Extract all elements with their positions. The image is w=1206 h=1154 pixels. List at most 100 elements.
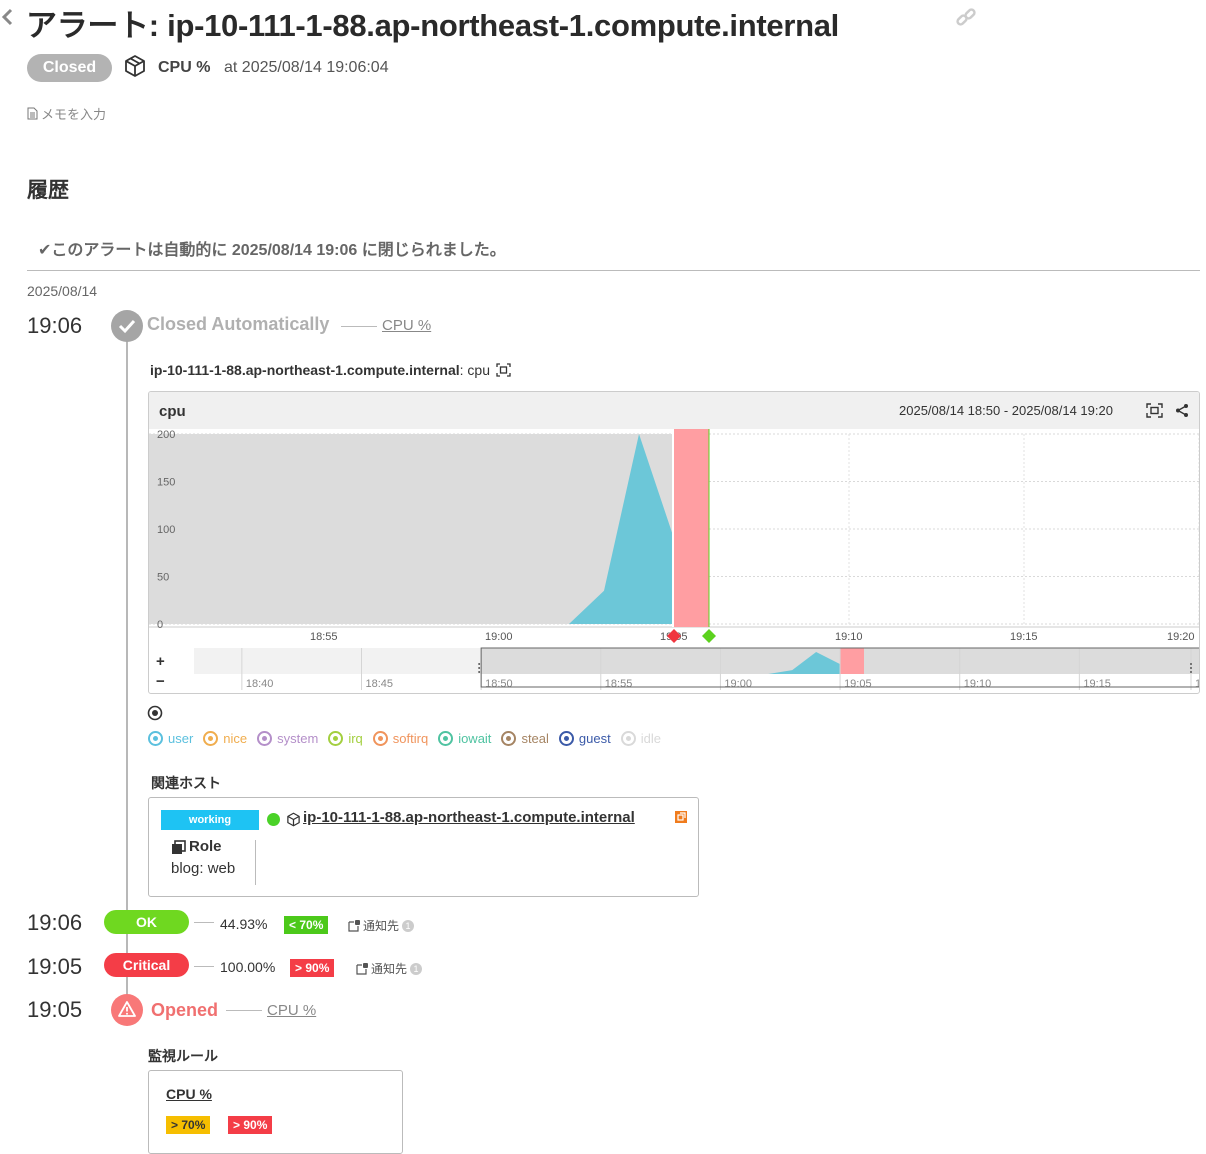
cpu-chart: 0 50 100 150 200 18:55 19:00 19:05 19:10 19:15 19:… bbox=[149, 429, 1199, 690]
monitor-link[interactable]: CPU % bbox=[382, 317, 431, 334]
critical-threshold-badge: > 90% bbox=[228, 1116, 273, 1134]
closed-message: ✔このアラートは自動的に 2025/08/14 19:06 に閉じられました。 bbox=[38, 242, 506, 259]
role-divider bbox=[255, 840, 256, 885]
monitor-link[interactable]: CPU % bbox=[267, 1002, 316, 1019]
note-icon bbox=[27, 107, 38, 120]
legend-dot-icon bbox=[438, 731, 454, 746]
zoom-in-button[interactable]: + bbox=[156, 653, 165, 670]
connector-line bbox=[341, 326, 377, 327]
fullscreen-icon[interactable] bbox=[1146, 403, 1163, 418]
x-tick-label: 19:15 bbox=[1010, 631, 1038, 643]
legend-label: steal bbox=[521, 731, 549, 746]
monitor-rule-heading: 監視ルール bbox=[148, 1048, 218, 1064]
handle-dot bbox=[478, 663, 481, 665]
host-alive-dot bbox=[267, 813, 280, 826]
legend-label: irq bbox=[348, 731, 363, 746]
notification-targets[interactable]: 通知先 1 bbox=[356, 960, 423, 977]
navigator-handle[interactable] bbox=[478, 663, 481, 673]
monitor-rule-card: CPU % > 70% > 90% bbox=[148, 1070, 403, 1154]
warning-threshold-badge: > 70% bbox=[166, 1116, 211, 1134]
role-value[interactable]: blog: web bbox=[171, 860, 235, 877]
legend-item-iowait[interactable]: iowait bbox=[438, 731, 491, 746]
legend-item-irq[interactable]: irq bbox=[328, 731, 363, 746]
legend-item-softirq[interactable]: softirq bbox=[372, 731, 429, 746]
external-link-icon[interactable] bbox=[675, 811, 687, 823]
legend-label: system bbox=[277, 731, 319, 746]
opened-event-label: Opened bbox=[151, 1000, 219, 1020]
legend-dot-icon bbox=[372, 731, 388, 746]
event-time: 19:05 bbox=[27, 997, 83, 1022]
legend-item-system[interactable]: system bbox=[257, 731, 318, 746]
connector-line bbox=[194, 922, 214, 923]
y-tick-label: 200 bbox=[157, 429, 175, 441]
threshold-badge: > 90% bbox=[290, 959, 335, 977]
memo-input[interactable]: メモを入力 bbox=[27, 104, 106, 123]
host-link[interactable]: ip-10-111-1-88.ap-northeast-1.compute.in… bbox=[303, 809, 635, 826]
handle-dot bbox=[478, 671, 481, 673]
alert-timestamp: at 2025/08/14 19:06:04 bbox=[224, 59, 389, 76]
event-value: 100.00% bbox=[220, 959, 276, 975]
host-cube-icon bbox=[287, 812, 300, 827]
navigator-tick-label: 19:10 bbox=[964, 678, 992, 690]
legend-label: softirq bbox=[392, 731, 429, 746]
legend-label: guest bbox=[578, 731, 611, 746]
connector-line bbox=[194, 966, 214, 967]
ok-marker bbox=[702, 629, 716, 643]
notification-targets[interactable]: 通知先 1 bbox=[348, 917, 415, 934]
closed-check-icon bbox=[111, 310, 143, 342]
related-hosts-heading: 関連ホスト bbox=[151, 775, 221, 791]
notify-label: 通知先 bbox=[363, 919, 400, 933]
legend-label: nice bbox=[223, 731, 248, 746]
y-tick-label: 150 bbox=[157, 477, 175, 489]
legend-item-user[interactable]: user bbox=[148, 731, 193, 746]
idle-area bbox=[149, 434, 674, 624]
closed-event-label: Closed Automatically bbox=[147, 314, 330, 334]
legend-label: user bbox=[168, 731, 194, 746]
ok-state-pill: OK bbox=[104, 910, 189, 934]
metric-name: CPU % bbox=[158, 59, 211, 76]
legend-dot-icon bbox=[148, 731, 163, 746]
legend-item-steal[interactable]: steal bbox=[501, 731, 549, 746]
navigator-tick-label: 18:45 bbox=[366, 678, 394, 690]
x-tick-label: 19:20 bbox=[1167, 631, 1195, 643]
share-icon[interactable] bbox=[1175, 403, 1189, 418]
graph-caption: ip-10-111-1-88.ap-northeast-1.compute.in… bbox=[150, 362, 511, 378]
zoom-out-button[interactable]: − bbox=[156, 673, 165, 690]
graph-caption-host: ip-10-111-1-88.ap-northeast-1.compute.in… bbox=[150, 362, 460, 378]
permalink-icon[interactable] bbox=[954, 6, 978, 30]
status-badge: Closed bbox=[27, 54, 112, 82]
navigator-handle[interactable] bbox=[1190, 663, 1192, 673]
notify-label: 通知先 bbox=[371, 962, 408, 976]
notify-icon bbox=[356, 962, 368, 975]
legend-label: iowait bbox=[458, 731, 492, 746]
legend-item-idle[interactable]: idle bbox=[620, 731, 661, 746]
history-heading: 履歴 bbox=[27, 179, 69, 202]
cpu-graph-panel: cpu 2025/08/14 18:50 - 2025/08/14 19:20 … bbox=[148, 391, 1200, 694]
navigator-tick-label: 19:05 bbox=[844, 678, 872, 690]
navigator-tick-label: 19:00 bbox=[724, 678, 752, 690]
alert-window bbox=[674, 429, 709, 627]
x-tick-label: 19:10 bbox=[835, 631, 863, 643]
role-icon bbox=[172, 840, 186, 854]
legend-item-guest[interactable]: guest bbox=[558, 731, 611, 746]
navigator-tick-label: 18:40 bbox=[246, 678, 274, 690]
memo-placeholder: メモを入力 bbox=[41, 107, 107, 122]
notify-count: 1 bbox=[402, 919, 415, 932]
rule-name-link[interactable]: CPU % bbox=[166, 1086, 212, 1102]
graph-caption-metric: : cpu bbox=[459, 362, 490, 378]
navigator-alert-window bbox=[840, 648, 864, 674]
expand-icon[interactable] bbox=[496, 363, 511, 377]
legend-dot-icon bbox=[501, 731, 517, 746]
legend-item-nice[interactable]: nice bbox=[203, 731, 247, 746]
notify-count: 1 bbox=[410, 962, 423, 975]
back-chevron-icon[interactable] bbox=[0, 6, 14, 28]
handle-dot bbox=[1190, 667, 1192, 669]
legend-toggle-icon[interactable] bbox=[147, 705, 163, 721]
opened-warning-icon bbox=[111, 994, 143, 1026]
y-tick-label: 0 bbox=[157, 619, 163, 631]
graph-range: 2025/08/14 18:50 - 2025/08/14 19:20 bbox=[899, 403, 1113, 418]
x-tick-label: 19:00 bbox=[485, 631, 513, 643]
page-title: アラート: ip-10-111-1-88.ap-northeast-1.comp… bbox=[26, 8, 839, 43]
connector-line bbox=[226, 1010, 262, 1011]
navigator-tick-label: 18:55 bbox=[605, 678, 633, 690]
